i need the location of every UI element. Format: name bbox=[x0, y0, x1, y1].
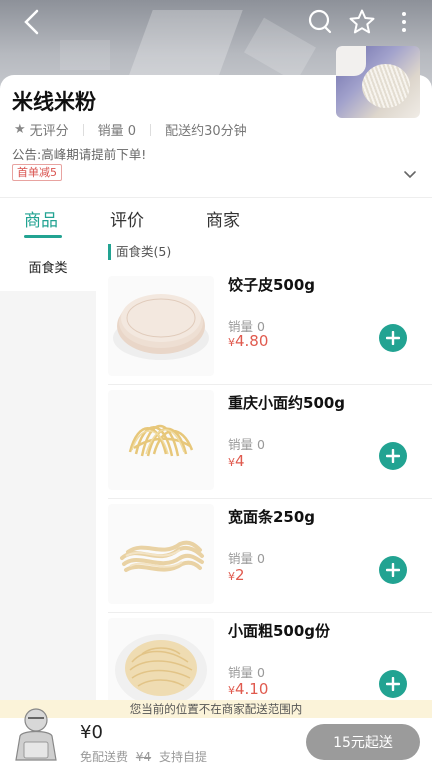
product-price: ¥4.80 bbox=[228, 332, 269, 350]
add-to-cart-button[interactable] bbox=[379, 556, 407, 584]
delivery-time: 配送约30分钟 bbox=[165, 124, 247, 139]
category-title: 面食类(5) bbox=[108, 244, 171, 260]
product-image bbox=[108, 390, 214, 490]
plus-icon bbox=[386, 331, 400, 345]
star-icon: ★ bbox=[14, 122, 26, 137]
tab-bar: 商品 评价 商家 bbox=[0, 197, 432, 241]
checkout-button[interactable]: 15元起送 bbox=[306, 724, 420, 760]
shop-notice: 公告:高峰期请提前下单! bbox=[12, 147, 147, 162]
cart-total: ¥0 bbox=[80, 722, 103, 743]
tab-indicator bbox=[24, 235, 62, 238]
plus-icon bbox=[386, 563, 400, 577]
category-sidebar: 面食类 bbox=[0, 241, 96, 701]
product-item[interactable]: 饺子皮500g 销量 0 ¥4.80 bbox=[96, 270, 432, 384]
original-delivery-fee: ¥4 bbox=[135, 750, 152, 764]
delivery-range-warning: 您当前的位置不在商家配送范围内 bbox=[0, 700, 432, 718]
sales-count: 销量 0 bbox=[97, 124, 137, 139]
favorite-button[interactable] bbox=[346, 6, 378, 38]
add-to-cart-button[interactable] bbox=[379, 324, 407, 352]
more-vertical-icon bbox=[402, 12, 406, 32]
tab-reviews[interactable]: 评价 bbox=[110, 206, 144, 231]
product-name: 小面粗500g份 bbox=[228, 622, 331, 640]
cart-delivery-info: 免配送费 ¥4 支持自提 bbox=[80, 750, 207, 764]
search-icon bbox=[308, 9, 332, 34]
search-button[interactable] bbox=[304, 6, 336, 38]
product-name: 重庆小面约500g bbox=[228, 394, 346, 412]
chevron-down-icon bbox=[404, 171, 416, 179]
self-pickup-label: 支持自提 bbox=[158, 750, 207, 764]
cart-bar: ¥0 免配送费 ¥4 支持自提 15元起送 bbox=[0, 708, 432, 768]
shop-thumbnail bbox=[336, 46, 420, 118]
product-price: ¥2 bbox=[228, 566, 245, 584]
sidebar-item-noodles[interactable]: 面食类 bbox=[0, 241, 96, 291]
product-image bbox=[108, 276, 214, 376]
chevron-left-icon bbox=[24, 9, 39, 35]
shop-stats: ★ 无评分 销量 0 配送约30分钟 bbox=[14, 120, 247, 139]
add-to-cart-button[interactable] bbox=[379, 670, 407, 698]
product-sales: 销量 0 bbox=[228, 665, 265, 680]
more-button[interactable] bbox=[388, 6, 420, 38]
product-sales: 销量 0 bbox=[228, 551, 265, 566]
product-item[interactable]: 宽面条250g 销量 0 ¥2 bbox=[96, 498, 432, 612]
back-button[interactable] bbox=[16, 6, 48, 38]
plus-icon bbox=[386, 677, 400, 691]
star-outline-icon bbox=[349, 9, 375, 34]
product-image bbox=[108, 504, 214, 604]
product-name: 宽面条250g bbox=[228, 508, 316, 526]
promo-badge: 首单减5 bbox=[12, 164, 62, 181]
tab-merchant[interactable]: 商家 bbox=[206, 206, 240, 231]
product-name: 饺子皮500g bbox=[228, 276, 316, 294]
add-to-cart-button[interactable] bbox=[379, 442, 407, 470]
shop-name: 米线米粉 bbox=[12, 90, 96, 114]
cart-icon[interactable] bbox=[8, 702, 64, 764]
rating-text: 无评分 bbox=[29, 124, 69, 139]
product-price: ¥4.10 bbox=[228, 680, 269, 698]
product-price: ¥4 bbox=[228, 452, 245, 470]
expand-button[interactable] bbox=[402, 166, 418, 179]
product-sales: 销量 0 bbox=[228, 437, 265, 452]
product-item[interactable]: 重庆小面约500g 销量 0 ¥4 bbox=[96, 384, 432, 498]
plus-icon bbox=[386, 449, 400, 463]
tab-products[interactable]: 商品 bbox=[24, 206, 58, 231]
